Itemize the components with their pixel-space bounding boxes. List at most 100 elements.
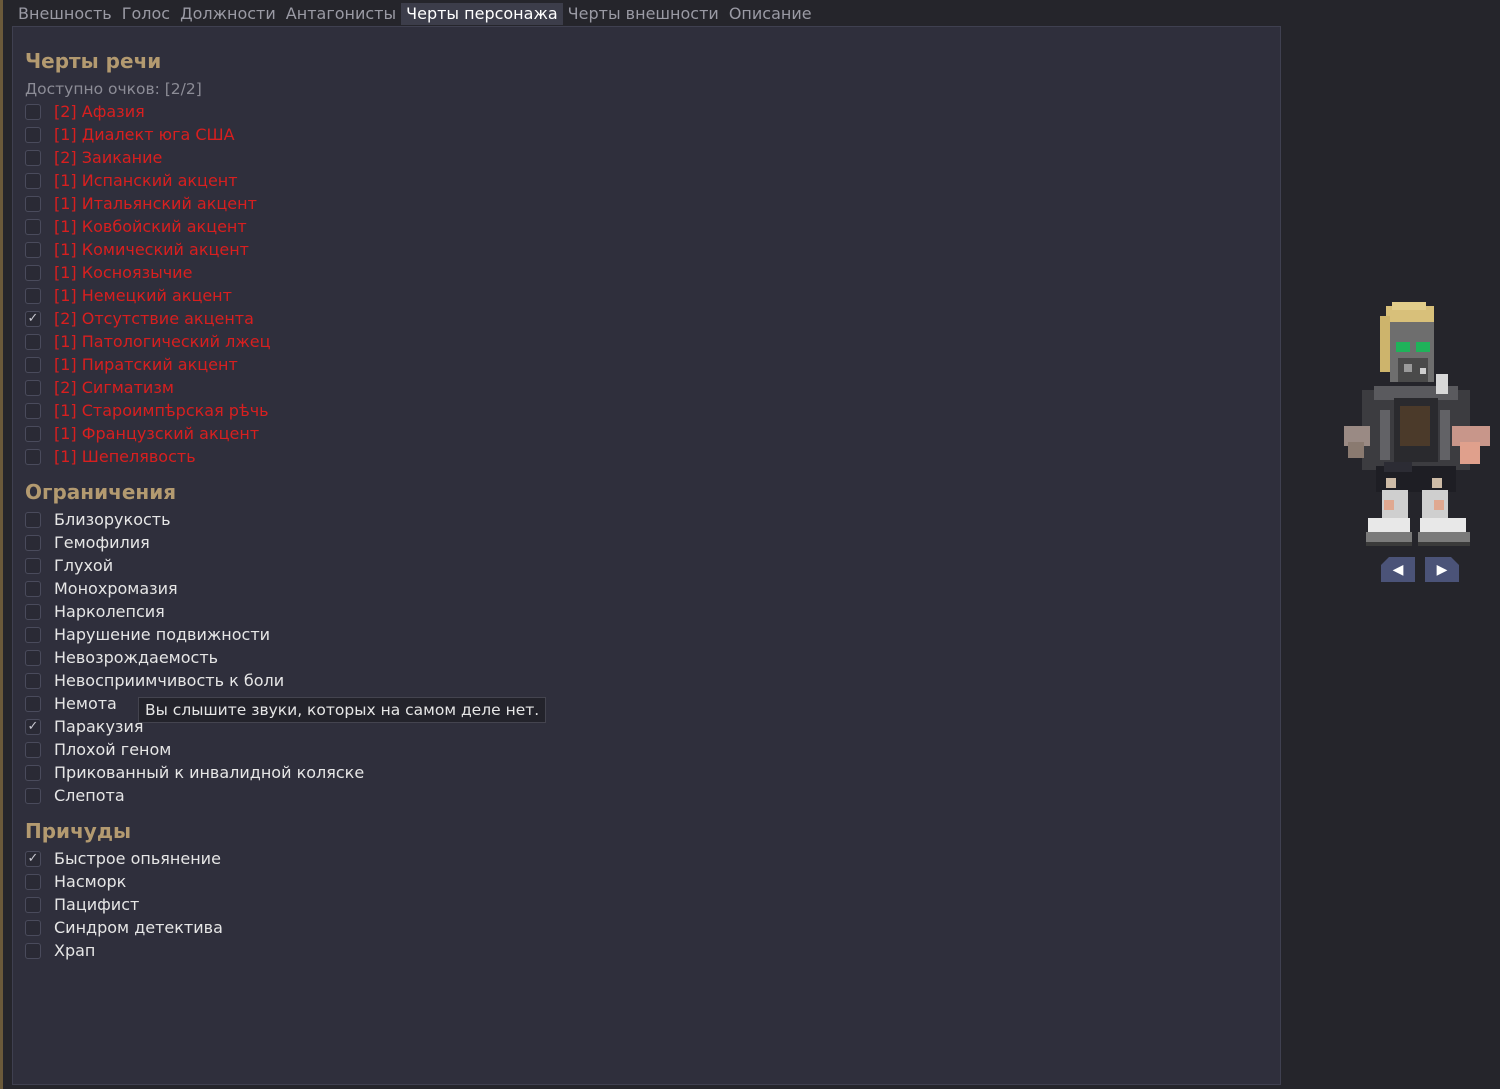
checkbox[interactable] <box>25 218 41 235</box>
trait-row-restrictions-6[interactable]: Невозрождаемость <box>25 646 364 669</box>
trait-label: Храп <box>54 941 96 960</box>
checkbox[interactable] <box>25 126 41 143</box>
checkbox[interactable] <box>25 557 41 574</box>
checkbox-checked[interactable]: ✓ <box>25 850 41 867</box>
trait-label: Гемофилия <box>54 533 150 552</box>
trait-row-restrictions-7[interactable]: Невосприимчивость к боли <box>25 669 364 692</box>
rotate-left-button[interactable]: ◀ <box>1381 557 1415 582</box>
checkbox[interactable] <box>25 511 41 528</box>
trait-tooltip: Вы слышите звуки, которых на самом деле … <box>138 697 547 723</box>
trait-label: [1] Немецкий акцент <box>54 286 232 305</box>
checkbox[interactable] <box>25 149 41 166</box>
checkbox[interactable] <box>25 356 41 373</box>
trait-row-speech-4[interactable]: [1] Итальянский акцент <box>25 192 271 215</box>
trait-label: [1] Пиратский акцент <box>54 355 238 374</box>
tab-jobs[interactable]: Должности <box>175 3 281 25</box>
tab-voice[interactable]: Голос <box>117 3 175 25</box>
trait-row-speech-13[interactable]: [1] Староимпѣрская рѣчь <box>25 399 271 422</box>
trait-row-speech-15[interactable]: [1] Шепелявость <box>25 445 271 468</box>
trait-label: Невосприимчивость к боли <box>54 671 285 690</box>
trait-row-speech-5[interactable]: [1] Ковбойский акцент <box>25 215 271 238</box>
trait-row-quirks-1[interactable]: Насморк <box>25 870 223 893</box>
checkbox[interactable] <box>25 333 41 350</box>
rotate-right-button[interactable]: ▶ <box>1425 557 1459 582</box>
checkbox[interactable] <box>25 241 41 258</box>
tab-bar: Внешность Голос Должности Антагонисты Че… <box>13 3 817 25</box>
trait-row-speech-9[interactable]: ✓ [2] Отсутствие акцента <box>25 307 271 330</box>
checkbox[interactable] <box>25 425 41 442</box>
trait-label: [1] Патологический лжец <box>54 332 271 351</box>
checkbox[interactable] <box>25 379 41 396</box>
checkbox[interactable] <box>25 919 41 936</box>
trait-label: [2] Отсутствие акцента <box>54 309 254 328</box>
tab-appearance[interactable]: Внешность <box>13 3 117 25</box>
checkbox[interactable] <box>25 672 41 689</box>
trait-row-speech-0[interactable]: [2] Афазия <box>25 100 271 123</box>
tab-antagonists[interactable]: Антагонисты <box>281 3 401 25</box>
trait-row-restrictions-12[interactable]: Слепота <box>25 784 364 807</box>
checkbox[interactable] <box>25 764 41 781</box>
tab-character-traits[interactable]: Черты персонажа <box>401 3 563 25</box>
trait-label: Нарколепсия <box>54 602 165 621</box>
trait-label: [1] Шепелявость <box>54 447 196 466</box>
checkbox[interactable] <box>25 741 41 758</box>
checkbox[interactable] <box>25 649 41 666</box>
trait-row-restrictions-0[interactable]: Близорукость <box>25 508 364 531</box>
trait-row-restrictions-3[interactable]: Монохромазия <box>25 577 364 600</box>
trait-row-restrictions-1[interactable]: Гемофилия <box>25 531 364 554</box>
checkbox[interactable] <box>25 942 41 959</box>
checkbox[interactable] <box>25 603 41 620</box>
trait-row-quirks-3[interactable]: Синдром детектива <box>25 916 223 939</box>
trait-row-quirks-4[interactable]: Храп <box>25 939 223 962</box>
trait-label: Глухой <box>54 556 114 575</box>
speech-traits-heading: Черты речи <box>25 49 162 73</box>
checkbox[interactable] <box>25 695 41 712</box>
trait-label: Насморк <box>54 872 127 891</box>
trait-row-restrictions-10[interactable]: Плохой геном <box>25 738 364 761</box>
trait-row-restrictions-4[interactable]: Нарколепсия <box>25 600 364 623</box>
tab-description[interactable]: Описание <box>724 3 817 25</box>
checkbox-checked[interactable]: ✓ <box>25 718 41 735</box>
trait-label: Быстрое опьянение <box>54 849 221 868</box>
trait-row-quirks-2[interactable]: Пацифист <box>25 893 223 916</box>
trait-row-speech-6[interactable]: [1] Комический акцент <box>25 238 271 261</box>
trait-label: [2] Афазия <box>54 102 145 121</box>
trait-row-speech-8[interactable]: [1] Немецкий акцент <box>25 284 271 307</box>
trait-row-restrictions-5[interactable]: Нарушение подвижности <box>25 623 364 646</box>
checkbox[interactable] <box>25 534 41 551</box>
checkbox[interactable] <box>25 172 41 189</box>
checkbox[interactable] <box>25 873 41 890</box>
trait-row-speech-2[interactable]: [2] Заикание <box>25 146 271 169</box>
checkbox[interactable] <box>25 448 41 465</box>
trait-row-speech-12[interactable]: [2] Сигматизм <box>25 376 271 399</box>
trait-label: Монохромазия <box>54 579 178 598</box>
tab-appearance-traits[interactable]: Черты внешности <box>563 3 724 25</box>
checkbox[interactable] <box>25 103 41 120</box>
trait-row-speech-10[interactable]: [1] Патологический лжец <box>25 330 271 353</box>
checkbox[interactable] <box>25 580 41 597</box>
trait-row-quirks-0[interactable]: ✓ Быстрое опьянение <box>25 847 223 870</box>
checkbox[interactable] <box>25 787 41 804</box>
checkbox[interactable] <box>25 896 41 913</box>
points-available: Доступно очков: [2/2] <box>25 80 202 98</box>
checkmark-icon: ✓ <box>27 311 39 326</box>
checkbox[interactable] <box>25 626 41 643</box>
quirks-heading: Причуды <box>25 819 132 843</box>
trait-label: [1] Диалект юга США <box>54 125 235 144</box>
checkbox[interactable] <box>25 402 41 419</box>
trait-row-speech-3[interactable]: [1] Испанский акцент <box>25 169 271 192</box>
trait-row-restrictions-11[interactable]: Прикованный к инвалидной коляске <box>25 761 364 784</box>
trait-row-speech-11[interactable]: [1] Пиратский акцент <box>25 353 271 376</box>
trait-row-speech-7[interactable]: [1] Косноязычие <box>25 261 271 284</box>
checkbox[interactable] <box>25 264 41 281</box>
checkbox[interactable] <box>25 195 41 212</box>
trait-label: [1] Ковбойский акцент <box>54 217 247 236</box>
trait-label: Прикованный к инвалидной коляске <box>54 763 365 782</box>
trait-row-speech-14[interactable]: [1] Французский акцент <box>25 422 271 445</box>
restrictions-list: Близорукость Гемофилия Глухой Монохромазия Н… <box>25 508 364 807</box>
checkbox-checked[interactable]: ✓ <box>25 310 41 327</box>
trait-row-restrictions-2[interactable]: Глухой <box>25 554 364 577</box>
checkbox[interactable] <box>25 287 41 304</box>
trait-label: [1] Косноязычие <box>54 263 193 282</box>
trait-row-speech-1[interactable]: [1] Диалект юга США <box>25 123 271 146</box>
